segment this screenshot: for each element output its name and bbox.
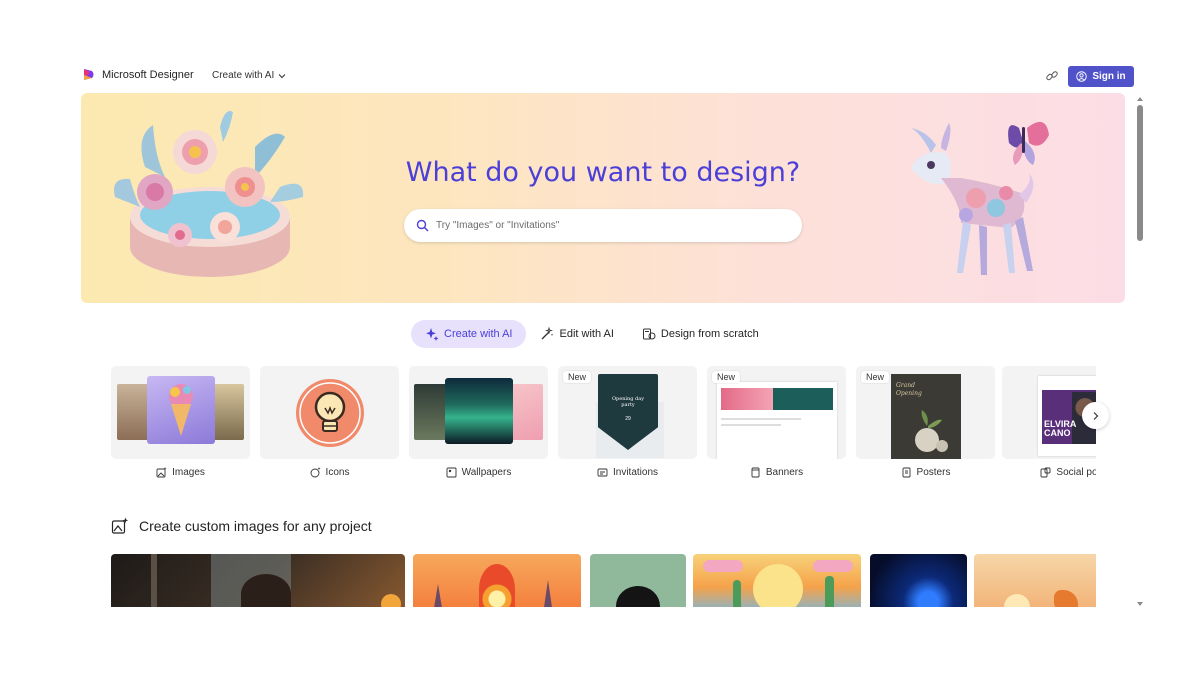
social-post-icon — [1040, 467, 1051, 478]
posters-thumbnail: Grand Opening New — [856, 366, 995, 459]
tab-design-from-scratch-label: Design from scratch — [660, 328, 759, 340]
category-card-invitations[interactable]: Opening day party 29 New Invitations — [558, 366, 697, 478]
section-header: Create custom images for any project — [111, 517, 372, 535]
sign-in-button[interactable]: Sign in — [1068, 66, 1134, 87]
poster-icon — [902, 467, 910, 478]
invitations-thumbnail: Opening day party 29 New — [558, 366, 697, 459]
search-input[interactable] — [436, 220, 776, 231]
lightbulb-art — [296, 379, 364, 447]
images-thumbnail — [111, 366, 250, 459]
banner-icon — [751, 467, 760, 478]
new-badge: New — [861, 371, 890, 383]
category-label: Banners — [707, 467, 846, 478]
category-card-wallpapers[interactable]: Wallpapers — [409, 366, 548, 478]
sparkle-icon — [426, 328, 439, 341]
tab-create-with-ai[interactable]: Create with AI — [411, 320, 527, 348]
category-label: Wallpapers — [409, 467, 548, 478]
gallery-tile[interactable] — [974, 554, 1096, 607]
carousel-next-button[interactable] — [1082, 402, 1109, 429]
section-title: Create custom images for any project — [139, 518, 372, 534]
scroll-thumb[interactable] — [1137, 105, 1143, 241]
wallpaper-icon — [446, 467, 457, 478]
category-label: Social pos — [1002, 467, 1096, 478]
mode-tabs: Create with AI Edit with AI Design from … — [411, 320, 773, 348]
vase-plant-art — [915, 410, 948, 452]
category-label-text: Wallpapers — [461, 467, 512, 478]
image-sparkle-icon — [111, 517, 129, 534]
invitation-date: 29 — [625, 416, 631, 422]
invitation-title: Opening day party — [611, 396, 645, 408]
gallery-tile[interactable] — [413, 554, 581, 607]
brand-name: Microsoft Designer — [102, 68, 194, 81]
wallpapers-thumbnail — [409, 366, 548, 459]
social-card-name: ELVIRA CANO — [1044, 419, 1077, 438]
category-carousel: Images Icons Wallpapers Opening day part… — [111, 366, 1096, 486]
sign-in-label: Sign in — [1092, 71, 1126, 82]
category-card-posters[interactable]: Grand Opening New Posters — [856, 366, 995, 478]
category-label-text: Images — [172, 467, 205, 478]
category-card-banners[interactable]: New Banners — [707, 366, 846, 478]
gallery-tile[interactable] — [111, 554, 405, 607]
category-label-text: Banners — [765, 467, 804, 478]
image-sparkle-icon — [156, 467, 167, 478]
create-with-ai-menu[interactable]: Create with AI — [212, 70, 286, 81]
invitation-icon — [597, 468, 608, 477]
account-icon — [1076, 71, 1088, 82]
category-label-text: Posters — [916, 467, 951, 478]
scroll-up-arrow-icon[interactable] — [1136, 95, 1144, 103]
create-menu-label: Create with AI — [212, 70, 275, 81]
tab-edit-with-ai-label: Edit with AI — [559, 328, 614, 340]
paper-deer-illustration — [911, 121, 1049, 275]
magic-wand-icon — [542, 327, 554, 340]
new-badge: New — [563, 371, 592, 383]
link-icon[interactable] — [1045, 69, 1059, 83]
tab-create-with-ai-label: Create with AI — [444, 328, 513, 340]
image-gallery — [111, 554, 1096, 607]
designer-logo-icon — [84, 69, 94, 80]
search-icon — [416, 219, 429, 232]
brand[interactable]: Microsoft Designer — [83, 68, 194, 81]
category-label-text: Icons — [325, 467, 350, 478]
category-label-text: Social pos — [1056, 467, 1096, 478]
category-label: Icons — [260, 467, 399, 478]
category-label: Invitations — [558, 467, 697, 478]
banners-thumbnail: New — [707, 366, 846, 459]
page-scrollbar[interactable] — [1134, 93, 1146, 608]
gallery-tile[interactable] — [590, 554, 686, 607]
tab-edit-with-ai[interactable]: Edit with AI — [526, 320, 627, 348]
chevron-down-icon — [278, 73, 286, 78]
design-icon — [642, 328, 656, 340]
category-card-social-posts[interactable]: ELVIRA CANO Social pos — [1002, 366, 1096, 478]
hero-banner: What do you want to design? — [81, 93, 1125, 303]
icons-thumbnail — [260, 366, 399, 459]
category-label: Posters — [856, 467, 995, 478]
top-nav: Microsoft Designer Create with AI Sign i… — [81, 64, 1134, 90]
category-label-text: Invitations — [612, 467, 659, 478]
ice-cream-art — [169, 384, 193, 436]
chevron-right-icon — [1093, 411, 1098, 420]
hero-search-box[interactable] — [404, 209, 802, 242]
paper-flowers-illustration — [114, 111, 304, 277]
gallery-tile[interactable] — [693, 554, 861, 607]
category-card-icons[interactable]: Icons — [260, 366, 399, 478]
poster-title: Grand Opening — [896, 382, 922, 397]
icon-sparkle-icon — [310, 467, 321, 478]
gallery-tile[interactable] — [870, 554, 967, 607]
category-card-images[interactable]: Images — [111, 366, 250, 478]
category-label: Images — [111, 467, 250, 478]
new-badge: New — [712, 371, 741, 383]
tab-design-from-scratch[interactable]: Design from scratch — [628, 320, 773, 348]
scroll-down-arrow-icon[interactable] — [1136, 600, 1144, 608]
